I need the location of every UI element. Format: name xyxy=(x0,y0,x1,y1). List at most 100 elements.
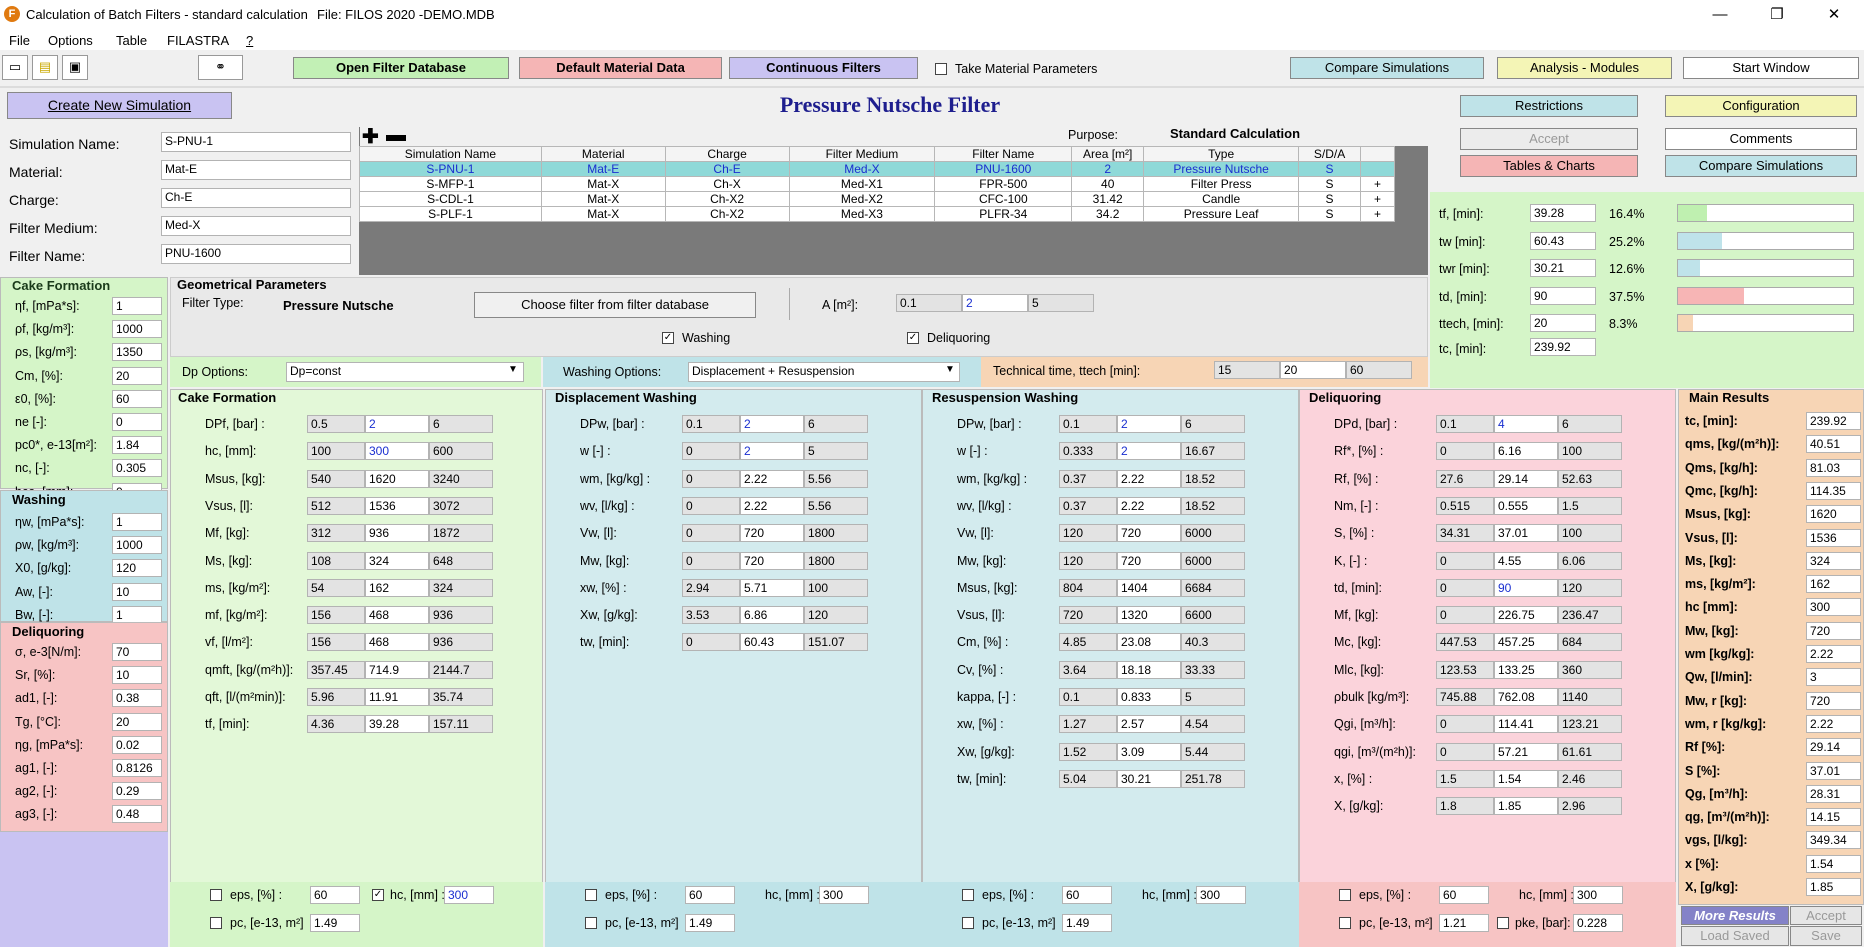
param-max[interactable]: 120 xyxy=(1558,578,1622,597)
pke-checkbox[interactable] xyxy=(1497,917,1509,929)
area-min-input[interactable]: 0.1 xyxy=(896,294,962,312)
open-folder-icon[interactable]: ▤ xyxy=(32,55,58,80)
param-max[interactable]: 6.06 xyxy=(1558,551,1622,570)
charge-input[interactable]: Ch-E xyxy=(161,188,351,208)
param-min[interactable]: 0 xyxy=(1436,606,1494,625)
param-value[interactable]: 720 xyxy=(740,524,804,543)
time-input[interactable]: 90 xyxy=(1530,286,1596,305)
prop-input[interactable]: 10 xyxy=(112,582,162,601)
hc-input[interactable]: 300 xyxy=(1196,886,1246,904)
result-value[interactable]: 3 xyxy=(1806,668,1861,687)
param-max[interactable]: 684 xyxy=(1558,633,1622,652)
param-max[interactable]: 6000 xyxy=(1181,524,1245,543)
result-value[interactable]: 720 xyxy=(1806,691,1861,710)
param-max[interactable]: 35.74 xyxy=(429,688,493,706)
ttech-max-input[interactable]: 60 xyxy=(1346,361,1412,379)
new-file-icon[interactable]: ▭ xyxy=(2,55,28,80)
analysis-modules-button[interactable]: Analysis - Modules xyxy=(1497,57,1672,79)
param-min[interactable]: 0 xyxy=(682,633,740,652)
prop-input[interactable]: 120 xyxy=(112,559,162,578)
param-max[interactable]: 40.3 xyxy=(1181,633,1245,652)
param-value[interactable]: 1404 xyxy=(1117,578,1181,597)
prop-input[interactable]: 0.48 xyxy=(112,805,162,824)
result-value[interactable]: 300 xyxy=(1806,598,1861,617)
param-min[interactable]: 720 xyxy=(1059,606,1117,625)
washing-checkbox[interactable]: ✓ xyxy=(662,332,674,344)
param-max[interactable]: 1800 xyxy=(804,551,868,570)
param-value[interactable]: 114.41 xyxy=(1494,715,1558,734)
param-max[interactable]: 6 xyxy=(1558,415,1622,433)
sim-name-input[interactable]: S-PNU-1 xyxy=(161,132,351,152)
prop-input[interactable]: 60 xyxy=(112,389,162,408)
param-max[interactable]: 1140 xyxy=(1558,688,1622,706)
filter-medium-input[interactable]: Med-X xyxy=(161,216,351,236)
param-min[interactable]: 5.96 xyxy=(307,688,365,706)
param-min[interactable]: 1.5 xyxy=(1436,769,1494,788)
take-material-checkbox[interactable] xyxy=(935,63,947,75)
eps-input[interactable]: 60 xyxy=(1062,886,1112,904)
menu-filastra[interactable]: FILASTRA xyxy=(167,33,229,48)
param-value[interactable]: 5.71 xyxy=(740,578,804,597)
hc-input[interactable]: 300 xyxy=(819,886,869,904)
prop-input[interactable]: 70 xyxy=(112,643,162,661)
param-max[interactable]: 2.96 xyxy=(1558,797,1622,816)
param-value[interactable]: 0.833 xyxy=(1117,688,1181,706)
minimize-icon[interactable]: — xyxy=(1700,4,1740,26)
param-value[interactable]: 18.18 xyxy=(1117,660,1181,679)
param-max[interactable]: 6 xyxy=(804,415,868,433)
param-min[interactable]: 447.53 xyxy=(1436,633,1494,652)
param-value[interactable]: 30.21 xyxy=(1117,769,1181,788)
param-max[interactable]: 936 xyxy=(429,633,493,652)
param-value[interactable]: 3.09 xyxy=(1117,742,1181,761)
param-value[interactable]: 133.25 xyxy=(1494,660,1558,679)
prop-input[interactable]: 0.8126 xyxy=(112,759,162,777)
param-min[interactable]: 1.8 xyxy=(1436,797,1494,816)
param-max[interactable]: 360 xyxy=(1558,660,1622,679)
param-max[interactable]: 5.56 xyxy=(804,469,868,488)
param-min[interactable]: 2.94 xyxy=(682,578,740,597)
param-max[interactable]: 648 xyxy=(429,551,493,570)
param-min[interactable]: 34.31 xyxy=(1436,524,1494,543)
param-min[interactable]: 0 xyxy=(1436,551,1494,570)
result-value[interactable]: 29.14 xyxy=(1806,738,1861,757)
param-value[interactable]: 29.14 xyxy=(1494,469,1558,488)
eps-input[interactable]: 60 xyxy=(685,886,735,904)
deliquoring-checkbox[interactable]: ✓ xyxy=(907,332,919,344)
param-max[interactable]: 324 xyxy=(429,578,493,597)
param-max[interactable]: 61.61 xyxy=(1558,742,1622,761)
param-min[interactable]: 0.37 xyxy=(1059,496,1117,515)
param-min[interactable]: 0.1 xyxy=(1059,688,1117,706)
param-value[interactable]: 468 xyxy=(365,606,429,625)
table-row[interactable]: S-CDL-1 Mat-X Ch-X2 Med-X2 CFC-100 31.42 Candl… xyxy=(359,191,1395,207)
param-min[interactable]: 108 xyxy=(307,551,365,570)
param-min[interactable]: 0 xyxy=(682,442,740,461)
prop-input[interactable]: 0 xyxy=(112,413,162,431)
param-max[interactable]: 18.52 xyxy=(1181,496,1245,515)
prop-input[interactable]: 0.305 xyxy=(112,459,162,478)
wash-options-select[interactable]: Displacement + Resuspension xyxy=(688,362,960,382)
eps-checkbox[interactable] xyxy=(962,889,974,901)
prop-input[interactable]: 20 xyxy=(112,366,162,385)
param-max[interactable]: 3072 xyxy=(429,496,493,515)
param-value[interactable]: 90 xyxy=(1494,578,1558,597)
param-max[interactable]: 6684 xyxy=(1181,578,1245,597)
param-value[interactable]: 1536 xyxy=(365,496,429,515)
save-disk-icon[interactable]: ▣ xyxy=(62,55,88,80)
param-min[interactable]: 4.85 xyxy=(1059,633,1117,652)
param-min[interactable]: 0 xyxy=(1436,578,1494,597)
result-value[interactable]: 40.51 xyxy=(1806,435,1861,454)
param-max[interactable]: 1800 xyxy=(804,524,868,543)
param-max[interactable]: 5.56 xyxy=(804,496,868,515)
param-min[interactable]: 540 xyxy=(307,469,365,488)
prop-input[interactable]: 0.38 xyxy=(112,689,162,708)
start-window-button[interactable]: Start Window xyxy=(1683,57,1859,79)
param-value[interactable]: 226.75 xyxy=(1494,606,1558,625)
result-value[interactable]: 1536 xyxy=(1806,528,1861,547)
restrictions-button[interactable]: Restrictions xyxy=(1460,95,1638,117)
hc-input[interactable]: 300 xyxy=(444,886,494,904)
param-min[interactable]: 3.53 xyxy=(682,606,740,625)
hc-checkbox[interactable]: ✓ xyxy=(372,889,384,901)
menu-table[interactable]: Table xyxy=(116,33,147,48)
param-value[interactable]: 457.25 xyxy=(1494,633,1558,652)
param-value[interactable]: 2 xyxy=(1117,442,1181,461)
